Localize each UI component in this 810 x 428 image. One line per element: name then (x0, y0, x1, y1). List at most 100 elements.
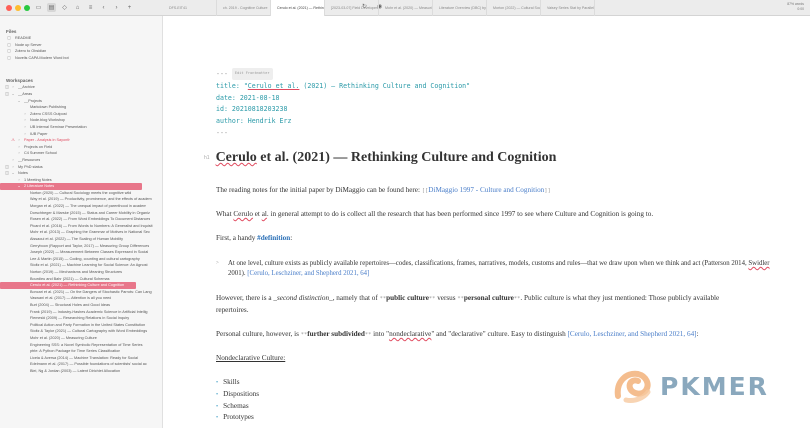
tree-item[interactable]: ◫ › My PhD status (0, 164, 162, 171)
chevron-down-icon[interactable]: ⌄ (10, 170, 16, 177)
tree-item[interactable]: Frank (2019) — Industry-Hashes Academic … (0, 309, 162, 316)
chevron-right-icon[interactable]: › (16, 177, 22, 184)
tree-item[interactable]: Stoltz & Taylor (2021) — Cultural Cartog… (0, 328, 162, 335)
tree-item[interactable]: Engineering SSS: a Novel Symbolic Repres… (0, 342, 162, 349)
tree-item[interactable]: Aissaoui et al. (2022) — The Scaling of … (0, 236, 162, 243)
tree-item[interactable]: Norton (2020) — Cultural Sociology meets… (0, 190, 162, 197)
paragraph-definition[interactable]: First, a handy #definition: (216, 234, 292, 243)
chevron-right-icon[interactable]: › (22, 124, 28, 131)
tree-item[interactable]: Markdown Publishing (0, 104, 162, 111)
tab-5[interactable]: Literature Overview (DBC) by Platform (433, 0, 487, 16)
tree-item[interactable]: ◫ ⌄ Notes (0, 170, 162, 177)
tree-item[interactable]: Morgan et al. (2022) — The unequal impac… (0, 203, 162, 210)
tree-item[interactable]: Stoltz et al. (2021) — Machine Learning … (0, 262, 162, 269)
tree-item[interactable]: Joseph (2022) — Measurement Between Clas… (0, 249, 162, 256)
wikilink-dimaggio[interactable]: DiMaggio 1997 - Culture and Cognition (428, 186, 544, 194)
tree-item[interactable]: Dorschbeger & Marske (2015) — Status and… (0, 210, 162, 217)
tree-item[interactable]: Picard et al. (2016) — From Words to Num… (0, 223, 162, 230)
tree-item[interactable]: ◫ ⌄ __Areas (0, 91, 162, 98)
edit-frontmatter-button[interactable]: Edit Frontmatter (231, 68, 273, 80)
file-item[interactable]: ▢ Novelis CAPA Modern Word bot (0, 55, 162, 62)
page-title[interactable]: h1 Cerulo et al. (2021) — Rethinking Cult… (204, 150, 556, 166)
paragraph-personal-culture[interactable]: Personal culture, however, is **further … (216, 330, 699, 340)
tree-item[interactable]: › UB Internal Seminar Presentation (0, 124, 162, 131)
tree-item[interactable]: › Node.blog Workshop (0, 117, 162, 124)
minimize-window-button[interactable] (15, 4, 21, 11)
forward-icon[interactable]: › (112, 3, 121, 12)
chevron-right-icon[interactable]: › (10, 84, 16, 91)
tree-item[interactable]: Gerryboon (Rapport and Taylor, 2017) — M… (0, 243, 162, 250)
chevron-right-icon[interactable]: › (10, 157, 16, 164)
tree-item[interactable]: › IUB Paper (0, 131, 162, 138)
tree-item[interactable]: Mohr et al. (2013) — Graphing the Gramma… (0, 229, 162, 236)
citation-link[interactable]: [Cerulo, Leschziner, and Shepherd 2021, … (247, 270, 369, 277)
tree-item[interactable]: Edelmann et al. (2017) — Possible founda… (0, 361, 162, 368)
tree-item[interactable]: Flemeski (2009) — Researching Relations … (0, 315, 162, 322)
tree-item[interactable]: Political Action and Party Formation in … (0, 322, 162, 329)
tree-item[interactable]: Liceia & Aversa (2014) — Machine Transla… (0, 355, 162, 362)
chevron-right-icon[interactable]: › (10, 164, 16, 171)
paragraph-distinction[interactable]: However, there is a _second distinction_… (216, 294, 719, 304)
chevron-down-icon[interactable]: ⌄ (16, 183, 22, 190)
definition-tag[interactable]: #definition (257, 234, 290, 242)
bullet-item[interactable]: • Dispositions (216, 390, 259, 398)
blockquote[interactable]: > At one level, culture exists as public… (216, 259, 786, 280)
tag-icon[interactable]: ◇ (60, 3, 69, 12)
chevron-down-icon[interactable]: ⌄ (16, 98, 22, 105)
tree-item[interactable]: Blei, Ng & Jordan (2003) — Latent Dirich… (0, 368, 162, 375)
tree-item[interactable]: › __Resources (0, 157, 162, 164)
paragraph-nondeclarative[interactable]: Nondeclarative Culture: (216, 354, 285, 363)
file-item[interactable]: ▢ Zotero to Obsidian (0, 48, 162, 55)
tree-item[interactable]: Cerulo et al. (2021) — Rethinking Cultur… (0, 282, 136, 289)
tree-item[interactable]: Vaswani et al. (2017) — Attention is all… (0, 295, 162, 302)
tab-2[interactable]: Cerulo et al. (2021) — Rethinking Cultu (271, 0, 325, 16)
tree-item[interactable]: Burt (2004) — Structural Holes and Good … (0, 302, 162, 309)
sidebar-toggle-icon[interactable]: ▭ (34, 3, 43, 12)
tree-item[interactable]: ⚠ › Paper - Analysis in Sayonth (0, 137, 162, 144)
tab-3[interactable]: [2023-03-07] Field Development (325, 0, 379, 16)
bullet-item[interactable]: • Prototypes (216, 413, 254, 421)
chevron-down-icon[interactable]: ⌄ (10, 91, 16, 98)
new-file-icon[interactable]: + (125, 3, 134, 12)
frontmatter[interactable]: --- Edit Frontmatter title: "Cerulo et al… (216, 68, 470, 140)
close-window-button[interactable] (6, 4, 12, 11)
chevron-right-icon[interactable]: › (22, 111, 28, 118)
tree-item[interactable]: ⌄ __Projects (0, 98, 162, 105)
file-item[interactable]: ▢ Node up Server (0, 42, 162, 49)
tree-item[interactable]: Bourdieu and Bahr (2021) — Cultural Sche… (0, 276, 162, 283)
file-list-icon[interactable]: ≡ (86, 3, 95, 12)
file-item[interactable]: ▢ README (0, 35, 162, 42)
tree-item[interactable]: › Zotero CSSS Outpost (0, 111, 162, 118)
chevron-right-icon[interactable]: › (22, 131, 28, 138)
tree-item[interactable]: ◫ › __Archive (0, 84, 162, 91)
tree-item[interactable]: ⌄ 2 Literature Notes (0, 183, 142, 190)
tab-7[interactable]: Vaisey Series Stat by Parallel Scholarsh… (541, 0, 595, 16)
paragraph-distinction-cont[interactable]: repertoires. (216, 306, 249, 315)
bullet-item[interactable]: • Schemas (216, 402, 249, 410)
tree-item[interactable]: Lee & Martin (2015) — Coding, counting a… (0, 256, 162, 263)
tab-6[interactable]: Morton (2022) — Cultural Sociology as (487, 0, 541, 16)
tree-item[interactable]: Boncari et al. (2021) — On the Dangers o… (0, 289, 162, 296)
tab-0[interactable]: DFS-EIT41 (163, 0, 217, 16)
chevron-right-icon[interactable]: › (16, 137, 22, 144)
chevron-right-icon[interactable]: › (16, 144, 22, 151)
tree-item[interactable]: › 1 Meeting Notes (0, 177, 162, 184)
tree-item[interactable]: ptrle: A Python Package for Time Series … (0, 348, 162, 355)
tab-4[interactable]: Mohr et al. (2020) — Measuring Culture (379, 0, 433, 16)
tree-item[interactable]: › Projects on Field (0, 144, 162, 151)
chevron-right-icon[interactable]: › (16, 150, 22, 157)
tree-item[interactable]: Mohr et al. (2020) — Measuring Culture (0, 335, 162, 342)
file-manager-icon[interactable]: ▤ (47, 3, 56, 12)
citation-link[interactable]: [Cerulo, Leschziner, and Shepherd 2021, … (568, 330, 697, 338)
bookmark-icon[interactable]: ⌂ (73, 3, 82, 12)
tree-item[interactable]: Way et al. (2019) — Productivity, promin… (0, 196, 162, 203)
maximize-window-button[interactable] (24, 4, 30, 11)
tab-1[interactable]: ch. 2019 - Cognitive Culture (217, 0, 271, 16)
paragraph-attempt[interactable]: What Cerulo et al. in general attempt to… (216, 210, 653, 219)
paragraph-reading-notes[interactable]: The reading notes for the initial paper … (216, 186, 551, 196)
tree-item[interactable]: Norton (2019) — Mechanisms and Meaning S… (0, 269, 162, 276)
tree-item[interactable]: › C4 Summer School (0, 150, 162, 157)
chevron-right-icon[interactable]: › (22, 117, 28, 124)
bullet-item[interactable]: • Skills (216, 378, 240, 386)
tree-item[interactable]: Rosen et al. (2022) — From Word Embeddin… (0, 216, 162, 223)
